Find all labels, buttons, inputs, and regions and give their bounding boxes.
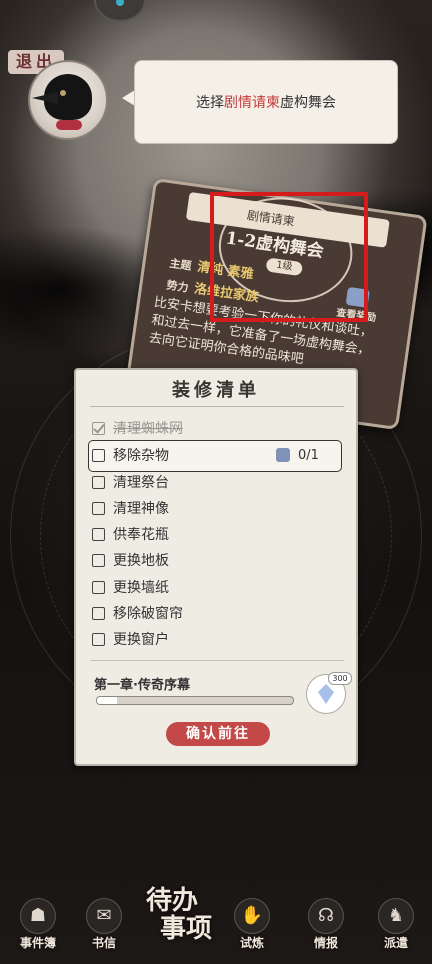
task-item[interactable]: 移除破窗帘 [92, 601, 183, 625]
panel-title: 装修清单 [172, 380, 260, 401]
confirm-go-button[interactable]: 确认前往 [166, 722, 270, 746]
book-icon: ☗ [20, 898, 56, 934]
chapter-reward-amount: 300 [328, 672, 352, 685]
checkbox-icon[interactable] [92, 527, 105, 541]
crow-avatar [28, 60, 108, 140]
checkbox-icon[interactable] [92, 501, 105, 515]
task-label: 移除杂物 [113, 448, 169, 464]
checkbox-icon[interactable] [92, 448, 105, 462]
task-item[interactable]: 移除杂物 [92, 443, 169, 467]
task-label: 更换窗户 [113, 632, 169, 648]
task-item[interactable]: 更换墙纸 [92, 575, 169, 599]
nav-label: 事件簿 [19, 936, 56, 950]
task-item[interactable]: 更换窗户 [92, 627, 169, 651]
decoration-checklist-panel: 装修清单 清理蜘蛛网 移除杂物 0/1 清理祭台 清理神像 供奉花瓶 更换地板 … [74, 368, 358, 766]
task-item[interactable]: 更换地板 [92, 548, 169, 572]
checkbox-icon[interactable] [92, 475, 105, 489]
nav-label: 书信 [91, 936, 116, 950]
task-label: 移除破窗帘 [113, 606, 183, 622]
checkbox-icon[interactable] [92, 606, 105, 620]
theme-label: 主题 [168, 256, 193, 273]
todo-line2: 事项 [160, 914, 213, 944]
panel-divider [90, 660, 344, 661]
task-item[interactable]: 清理神像 [92, 496, 169, 520]
chapter-progress-bar [96, 696, 294, 705]
nav-item-events[interactable]: ☗ 事件簿 [14, 898, 62, 951]
task-label: 清理神像 [113, 501, 169, 517]
nav-item-trial[interactable]: ✋ 试炼 [228, 898, 276, 951]
checkbox-icon[interactable] [92, 553, 105, 567]
nav-item-dispatch[interactable]: ♞ 派遣 [372, 898, 420, 951]
nav-item-letters[interactable]: ✉ 书信 [80, 898, 128, 951]
chapter-label: 第一章·传奇序幕 [94, 678, 190, 693]
checkbox-icon[interactable] [92, 632, 105, 646]
task-item[interactable]: 清理蜘蛛网 [92, 416, 183, 440]
checkbox-icon[interactable] [92, 580, 105, 594]
nav-label: 情报 [313, 936, 338, 950]
speech-bubble: 选择 剧情请柬 虚构舞会 [134, 60, 398, 144]
task-item[interactable]: 供奉花瓶 [92, 522, 169, 546]
task-item[interactable]: 清理祭台 [92, 470, 169, 494]
dialog-prefix: 选择 [196, 95, 224, 111]
highlight-box [210, 192, 368, 322]
task-label: 供奉花瓶 [113, 527, 169, 543]
gem-icon [318, 684, 334, 704]
item-icon [276, 448, 290, 462]
task-label: 清理祭台 [113, 475, 169, 491]
chapter-progress-fill [97, 697, 117, 704]
dialog-highlight: 剧情请柬 [224, 95, 280, 111]
dispatch-icon: ♞ [378, 898, 414, 934]
faction-label: 势力 [165, 278, 190, 295]
checkbox-checked-icon[interactable] [92, 421, 105, 435]
intel-icon: ☊ [308, 898, 344, 934]
nav-label: 试炼 [239, 936, 264, 950]
trial-icon: ✋ [234, 898, 270, 934]
nav-item-intel[interactable]: ☊ 情报 [302, 898, 350, 951]
todo-button[interactable]: 待办 事项 [140, 880, 220, 944]
task-label: 更换墙纸 [113, 580, 169, 596]
nav-label: 派遣 [383, 936, 408, 950]
task-label: 清理蜘蛛网 [113, 421, 183, 437]
letter-icon: ✉ [86, 898, 122, 934]
title-divider [90, 406, 344, 407]
dialog-suffix: 虚构舞会 [280, 95, 336, 111]
task-count: 0/1 [298, 448, 319, 463]
task-label: 更换地板 [113, 553, 169, 569]
